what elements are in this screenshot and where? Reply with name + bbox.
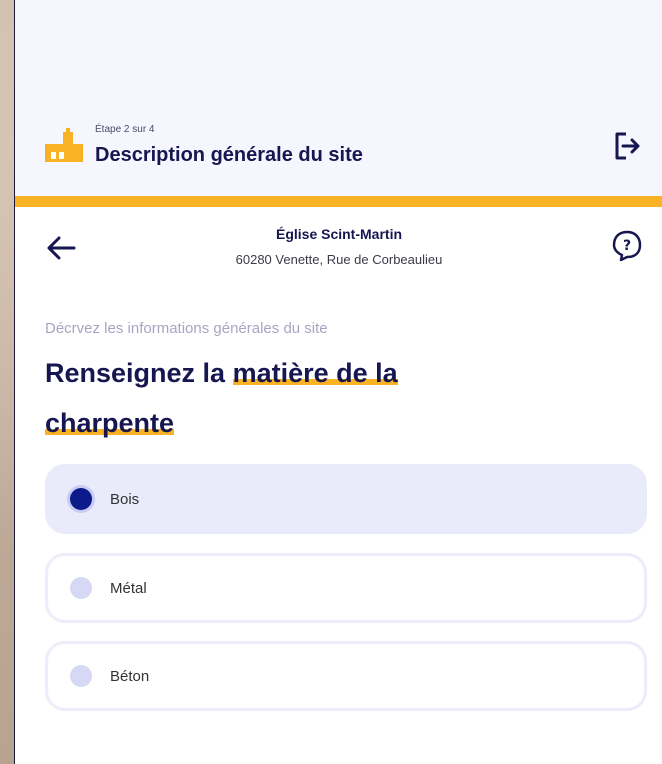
- site-address: 60280 Venette, Rue de Corbeaulieu: [235, 252, 443, 267]
- question-highlight-2: charpente: [45, 408, 175, 438]
- help-icon: ?: [612, 230, 642, 262]
- logout-button[interactable]: [605, 126, 649, 166]
- app-screen: Étape 2 sur 4 Description générale du si…: [14, 0, 662, 764]
- site-name: Église Scint-Martin: [275, 226, 403, 242]
- header: Étape 2 sur 4 Description générale du si…: [15, 0, 662, 196]
- svg-text:?: ?: [623, 238, 631, 254]
- logout-icon: [615, 132, 640, 160]
- option-bois[interactable]: Bois: [45, 464, 647, 534]
- radio-button[interactable]: [70, 577, 92, 599]
- step-indicator: Étape 2 sur 4: [95, 124, 155, 135]
- help-button[interactable]: ?: [607, 226, 647, 266]
- radio-button-selected[interactable]: [70, 488, 92, 510]
- church-icon: [45, 128, 83, 162]
- header-accent-bar: [15, 196, 662, 207]
- option-label: Béton: [110, 667, 150, 685]
- page-title: Description générale du site: [95, 144, 363, 166]
- question-highlight-1: matière de la: [232, 358, 398, 388]
- option-beton[interactable]: Béton: [45, 641, 647, 711]
- form-subtitle: Décrvez les informations générales du si…: [45, 320, 328, 337]
- question-text: Renseignez la: [45, 358, 233, 388]
- option-label: Bois: [110, 490, 140, 508]
- option-metal[interactable]: Métal: [45, 553, 647, 623]
- question-heading: Renseignez la matière de la charpente: [45, 348, 605, 448]
- option-label: Métal: [110, 579, 147, 597]
- radio-button[interactable]: [70, 665, 92, 687]
